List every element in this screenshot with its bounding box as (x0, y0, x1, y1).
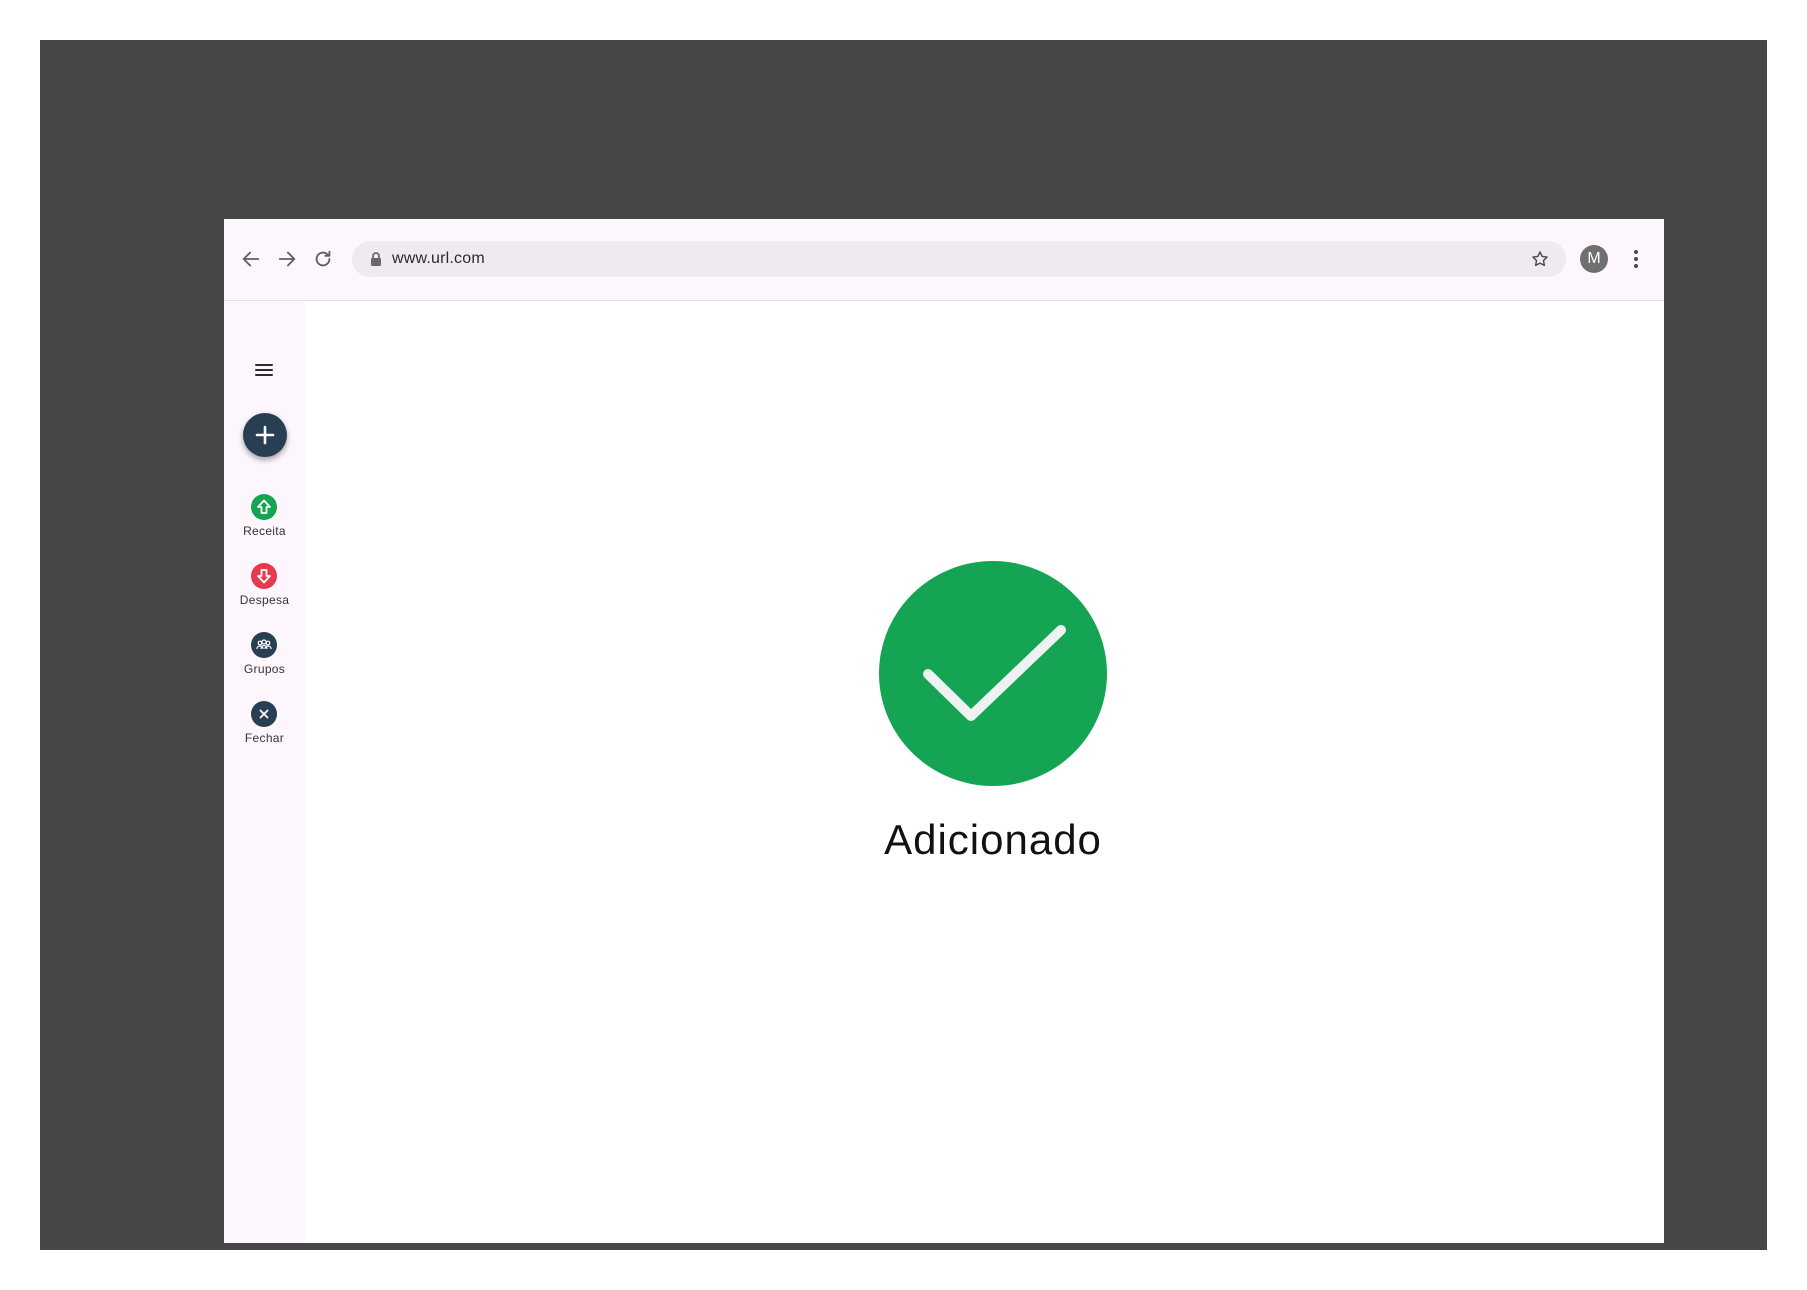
rail-item-despesa[interactable]: Despesa (224, 563, 305, 619)
add-fab-button[interactable] (243, 413, 287, 457)
main-content: Adicionado (305, 301, 1664, 1243)
checkmark-icon (923, 625, 1066, 721)
rail-label: Receita (243, 524, 286, 538)
arrow-right-icon (278, 251, 296, 267)
rail-label: Grupos (243, 662, 286, 676)
lock-icon (371, 252, 381, 266)
reload-icon (315, 250, 331, 267)
profile-avatar[interactable]: M (1580, 245, 1608, 273)
kebab-menu-icon[interactable] (1628, 247, 1644, 271)
url-text[interactable]: www.url.com (392, 241, 485, 277)
plus-icon (255, 425, 275, 445)
reload-button[interactable] (308, 244, 338, 274)
forward-button[interactable] (272, 244, 302, 274)
star-icon[interactable] (1530, 249, 1550, 269)
browser-window: www.url.com M Receita Despesa Grupos Fec… (224, 219, 1664, 1243)
hamburger-icon[interactable] (252, 358, 276, 382)
outer-frame: www.url.com M Receita Despesa Grupos Fec… (40, 40, 1767, 1250)
rail-label: Despesa (239, 593, 290, 607)
rail-item-fechar[interactable]: Fechar (224, 701, 305, 757)
navigation-rail: Receita Despesa Grupos Fechar (224, 301, 305, 1243)
arrow-up-circle-icon (251, 494, 277, 520)
success-message: Adicionado (884, 816, 1102, 863)
address-bar[interactable]: www.url.com (352, 241, 1566, 277)
arrow-down-circle-icon (251, 563, 277, 589)
arrow-left-icon (242, 251, 260, 267)
rail-item-receita[interactable]: Receita (224, 494, 305, 550)
group-icon (251, 632, 277, 658)
success-badge (879, 561, 1107, 786)
back-button[interactable] (236, 244, 266, 274)
browser-toolbar: www.url.com M (224, 219, 1664, 301)
rail-item-grupos[interactable]: Grupos (224, 632, 305, 688)
close-icon (251, 701, 277, 727)
rail-label: Fechar (244, 731, 285, 745)
